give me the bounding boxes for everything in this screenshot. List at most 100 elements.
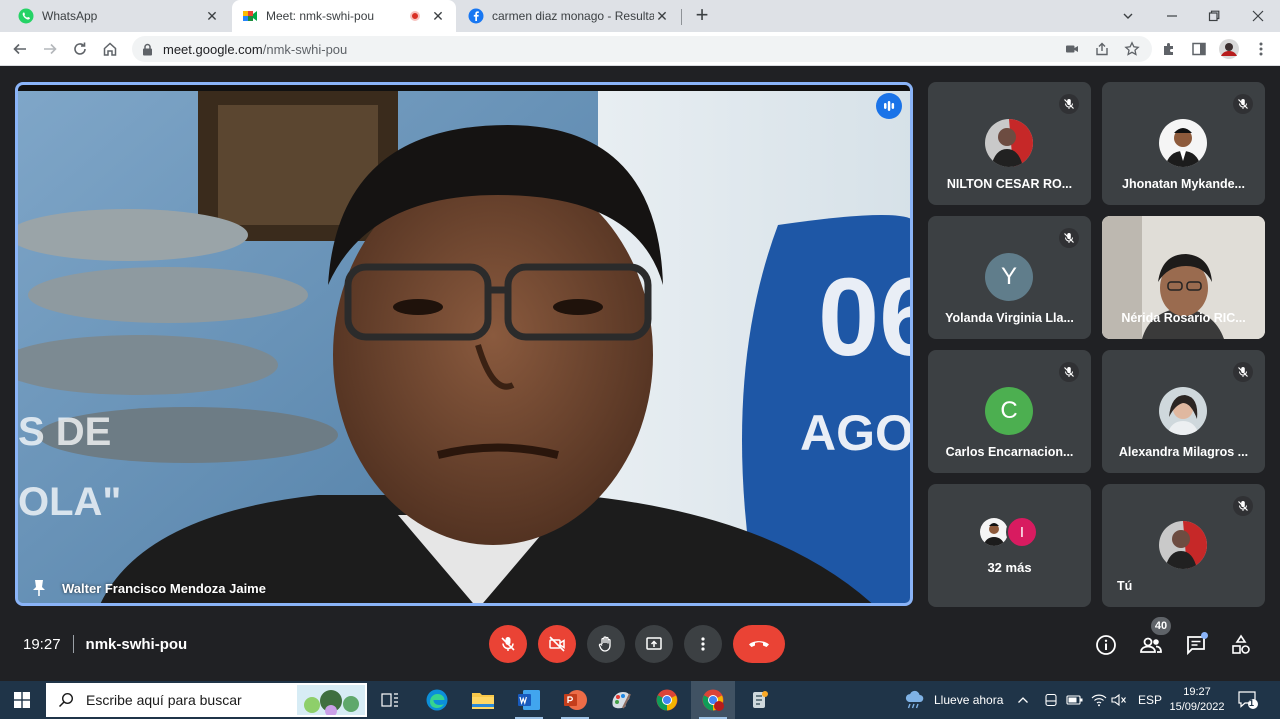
close-tab-icon[interactable]: ✕: [654, 8, 670, 24]
notification-center-button[interactable]: 1: [1237, 681, 1259, 719]
more-participants-label: 32 más: [987, 560, 1032, 575]
taskbar-app[interactable]: [737, 681, 781, 719]
browser-tab-strip: WhatsApp ✕ Meet: nmk-swhi-pou ✕ carmen d…: [0, 0, 1280, 32]
tray-wifi-icon[interactable]: [1091, 681, 1107, 719]
meeting-info: 19:27 nmk-swhi-pou: [23, 634, 187, 654]
minimize-button[interactable]: [1150, 0, 1194, 32]
tab-google-meet[interactable]: Meet: nmk-swhi-pou ✕: [232, 0, 456, 32]
profile-avatar[interactable]: [1217, 37, 1241, 61]
toggle-microphone-button[interactable]: [489, 625, 527, 663]
main-speaker-video[interactable]: 06 AGOS S DE OLA" Walter Francisco Mendo…: [15, 82, 913, 606]
svg-text:S DE: S DE: [18, 410, 111, 454]
restore-button[interactable]: [1192, 0, 1236, 32]
more-participants-tile[interactable]: I 32 más: [928, 484, 1091, 607]
share-icon[interactable]: [1090, 37, 1114, 61]
language-label: ESP: [1138, 693, 1163, 707]
taskbar-search[interactable]: Escribe aquí para buscar: [46, 683, 367, 717]
more-options-button[interactable]: [684, 625, 722, 663]
taskbar-file-explorer[interactable]: [461, 681, 505, 719]
tab-title: WhatsApp: [42, 9, 98, 23]
raise-hand-button[interactable]: [587, 625, 625, 663]
taskbar-word[interactable]: [507, 681, 551, 719]
input-language[interactable]: ESP: [1138, 681, 1162, 719]
app-icon: [753, 691, 768, 708]
tab-title: Meet: nmk-swhi-pou: [266, 9, 375, 23]
back-button[interactable]: [8, 37, 32, 61]
close-tab-icon[interactable]: ✕: [204, 8, 220, 24]
close-window-button[interactable]: [1236, 0, 1280, 32]
url-domain: meet.google.com: [163, 41, 263, 57]
participant-tile[interactable]: Jhonatan Mykande...: [1102, 82, 1265, 205]
participant-tile[interactable]: Alexandra Milagros ...: [1102, 350, 1265, 473]
rain-cloud-icon: [905, 690, 924, 709]
edge-icon: [426, 689, 448, 711]
participant-name: NILTON CESAR RO...: [946, 177, 1073, 191]
meeting-time: 19:27: [23, 635, 61, 653]
self-avatar: [1159, 521, 1207, 569]
participant-initial-avatar: C: [985, 387, 1033, 435]
reload-button[interactable]: [68, 37, 92, 61]
bookmark-star-icon[interactable]: [1120, 37, 1144, 61]
pin-icon[interactable]: [26, 579, 52, 597]
participants-button[interactable]: [1137, 631, 1165, 659]
participant-name: Carlos Encarnacion...: [945, 445, 1074, 459]
participant-video-tile[interactable]: Nérida Rosario RIC...: [1102, 216, 1265, 339]
chrome-profile-icon: [702, 689, 724, 711]
address-bar[interactable]: meet.google.com /nmk-swhi-pou: [132, 36, 1152, 62]
new-tab-button[interactable]: +: [690, 4, 714, 28]
tab-whatsapp[interactable]: WhatsApp ✕: [8, 0, 230, 32]
taskbar-chrome-profile[interactable]: [691, 681, 735, 719]
browser-toolbar: meet.google.com /nmk-swhi-pou: [0, 32, 1280, 66]
present-screen-button[interactable]: [635, 625, 673, 663]
participant-avatar: [1159, 119, 1207, 167]
meeting-details-button[interactable]: [1092, 631, 1120, 659]
chevron-up-icon: [1018, 697, 1028, 703]
word-icon: [518, 690, 540, 710]
forward-button[interactable]: [38, 37, 62, 61]
tab-facebook[interactable]: carmen diaz monago - Resultado ✕: [458, 0, 680, 32]
leave-call-button[interactable]: [733, 625, 785, 663]
taskbar-clock[interactable]: 19:27 15/09/2022: [1168, 685, 1226, 715]
raise-hand-icon: [598, 636, 611, 652]
wifi-icon: [1091, 694, 1107, 707]
extensions-icon[interactable]: [1157, 37, 1181, 61]
weather-widget[interactable]: Llueve ahora: [904, 681, 1003, 719]
participant-tile[interactable]: C Carlos Encarnacion...: [928, 350, 1091, 473]
close-tab-icon[interactable]: ✕: [430, 8, 446, 24]
task-view-button[interactable]: [368, 681, 412, 719]
folder-icon: [472, 693, 494, 709]
activities-button[interactable]: [1227, 631, 1255, 659]
unread-chat-indicator: [1201, 632, 1208, 639]
taskbar-chrome[interactable]: [645, 681, 689, 719]
participant-tile[interactable]: NILTON CESAR RO...: [928, 82, 1091, 205]
mic-off-icon: [1059, 362, 1079, 382]
participant-count-badge: 40: [1151, 617, 1171, 635]
camera-in-use-icon[interactable]: [1060, 37, 1084, 61]
participant-tile[interactable]: Y Yolanda Virginia Lla...: [928, 216, 1091, 339]
more-vertical-icon: [701, 637, 705, 651]
mic-off-icon: [1233, 496, 1253, 516]
mic-off-icon: [501, 637, 515, 651]
battery-icon: [1066, 695, 1083, 705]
home-button[interactable]: [98, 37, 122, 61]
taskbar-powerpoint[interactable]: [553, 681, 597, 719]
clock-date: 15/09/2022: [1169, 701, 1225, 713]
taskbar-edge[interactable]: [415, 681, 459, 719]
side-panel-icon[interactable]: [1187, 37, 1211, 61]
self-tile[interactable]: Tú: [1102, 484, 1265, 607]
toggle-camera-button[interactable]: [538, 625, 576, 663]
mic-off-icon: [1059, 94, 1079, 114]
menu-dots-icon[interactable]: [1249, 37, 1273, 61]
facebook-icon: [468, 8, 484, 24]
tab-search-button[interactable]: [1106, 0, 1150, 32]
notification-count: 1: [1249, 698, 1255, 708]
whatsapp-icon: [18, 8, 34, 24]
tray-meet-icon[interactable]: [1044, 681, 1058, 719]
show-hidden-icons[interactable]: [1017, 681, 1029, 719]
participant-initial-avatar: I: [1006, 516, 1038, 548]
taskbar-paint[interactable]: [599, 681, 643, 719]
self-name: Tú: [1117, 579, 1133, 593]
start-button[interactable]: [0, 681, 44, 719]
tray-volume-icon[interactable]: [1111, 681, 1127, 719]
tray-battery-icon[interactable]: [1066, 681, 1084, 719]
